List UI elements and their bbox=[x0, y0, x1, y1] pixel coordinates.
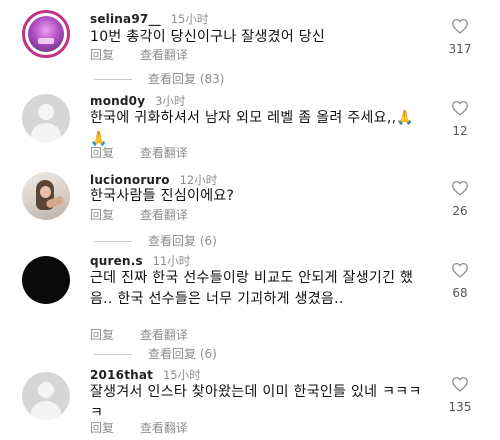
see-translation-button[interactable]: 查看翻译 bbox=[140, 208, 188, 222]
heart-outline-icon bbox=[452, 180, 468, 196]
like-button[interactable]: 12 bbox=[442, 100, 478, 138]
like-button[interactable]: 26 bbox=[442, 180, 478, 218]
like-button[interactable]: 68 bbox=[442, 262, 478, 300]
see-translation-button[interactable]: 查看翻译 bbox=[140, 48, 188, 62]
comment-username[interactable]: quren.s bbox=[90, 254, 143, 268]
avatar[interactable] bbox=[22, 372, 70, 420]
comment-time: 15小时 bbox=[162, 368, 201, 382]
view-replies-button[interactable]: 查看回复 (83) bbox=[94, 70, 224, 87]
view-replies-label: 查看回复 (6) bbox=[148, 347, 217, 361]
like-count: 12 bbox=[452, 124, 468, 138]
comment-time: 3小时 bbox=[155, 94, 186, 108]
comment-username[interactable]: selina97__ bbox=[90, 12, 161, 26]
heart-outline-icon bbox=[452, 18, 468, 34]
like-count: 26 bbox=[452, 204, 468, 218]
avatar[interactable] bbox=[22, 10, 70, 58]
comment-text: 한국사람들 진심이에요? bbox=[90, 188, 235, 204]
divider-line bbox=[94, 79, 132, 80]
heart-outline-icon bbox=[452, 100, 468, 116]
reply-button[interactable]: 回复 bbox=[90, 421, 114, 435]
reply-button[interactable]: 回复 bbox=[90, 328, 114, 342]
view-replies-label: 查看回复 (6) bbox=[148, 234, 217, 248]
see-translation-button[interactable]: 查看翻译 bbox=[140, 421, 188, 435]
comment-username[interactable]: 2016that bbox=[90, 368, 153, 382]
view-replies-button[interactable]: 查看回复 (6) bbox=[94, 232, 217, 249]
like-count: 135 bbox=[448, 400, 472, 414]
reply-button[interactable]: 回复 bbox=[90, 48, 114, 62]
divider-line bbox=[94, 354, 132, 355]
view-replies-button[interactable]: 查看回复 (6) bbox=[94, 345, 217, 362]
see-translation-button[interactable]: 查看翻译 bbox=[140, 146, 188, 160]
avatar[interactable] bbox=[22, 94, 70, 142]
comment-username[interactable]: mond0y bbox=[90, 94, 145, 108]
comment-text: 잘생겨서 인스타 찾아왔는데 이미 한국인들 있네 ㅋㅋㅋㅋ bbox=[90, 384, 422, 421]
reply-button[interactable]: 回复 bbox=[90, 208, 114, 222]
view-replies-label: 查看回复 (83) bbox=[148, 72, 225, 86]
like-count: 317 bbox=[448, 42, 472, 56]
reply-button[interactable]: 回复 bbox=[90, 146, 114, 160]
avatar[interactable] bbox=[22, 172, 70, 220]
comment-text: 근데 진짜 한국 선수들이랑 비교도 안되게 잘생기긴 했음.. 한국 선수들은… bbox=[90, 270, 414, 307]
like-count: 68 bbox=[452, 286, 468, 300]
heart-outline-icon bbox=[452, 376, 468, 392]
comment-time: 12小时 bbox=[179, 173, 218, 187]
like-button[interactable]: 135 bbox=[442, 376, 478, 414]
comment-time: 15小时 bbox=[170, 12, 209, 26]
see-translation-button[interactable]: 查看翻译 bbox=[140, 328, 188, 342]
divider-line bbox=[94, 241, 132, 242]
comment-username[interactable]: lucionoruro bbox=[90, 173, 170, 187]
avatar[interactable] bbox=[22, 256, 70, 304]
like-button[interactable]: 317 bbox=[442, 18, 478, 56]
comment-time: 11小时 bbox=[152, 254, 191, 268]
heart-outline-icon bbox=[452, 262, 468, 278]
comment-text: 10번 총각이 당신이구나 잘생겼어 당신 bbox=[90, 29, 326, 45]
